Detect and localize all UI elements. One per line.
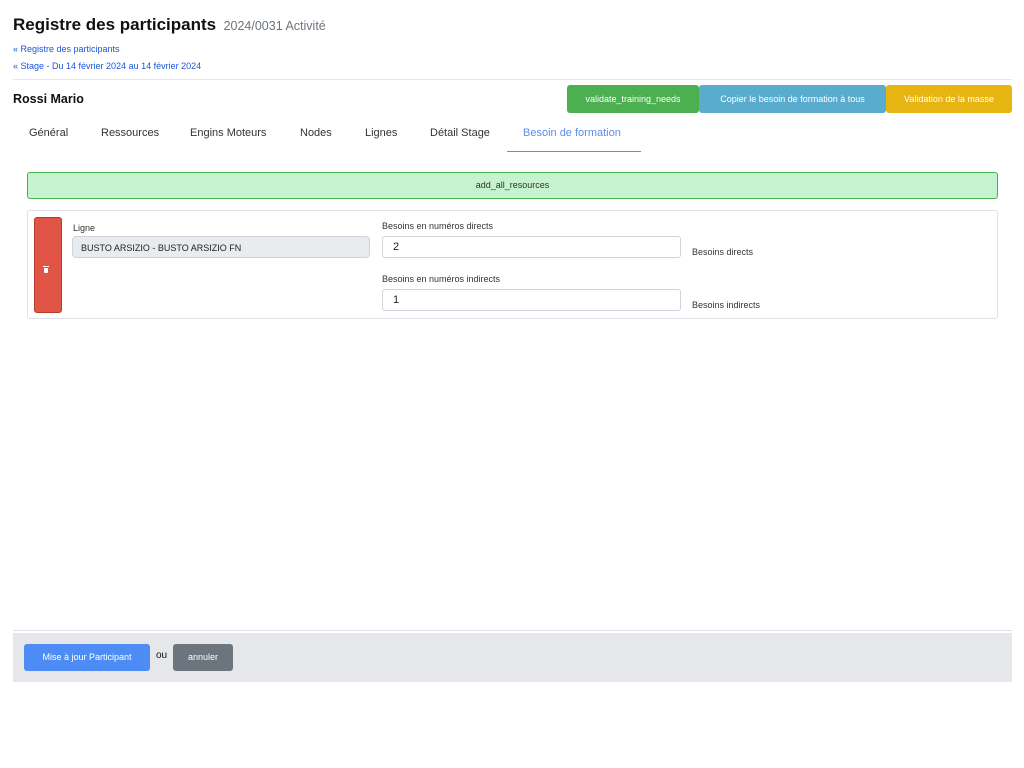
active-tab-indicator (507, 151, 641, 152)
cancel-button[interactable]: annuler (173, 644, 233, 671)
breadcrumb-stage[interactable]: « Stage - Du 14 février 2024 au 14 févri… (13, 61, 201, 71)
indirect-needs-input[interactable]: 1 (382, 289, 681, 311)
indirect-needs-label: Besoins en numéros indirects (382, 274, 501, 284)
breadcrumb-registre[interactable]: « Registre des participants (13, 44, 120, 54)
training-need-card: Ligne BUSTO ARSIZIO - BUSTO ARSIZIO FN B… (27, 210, 998, 319)
ligne-label: Ligne (73, 223, 96, 233)
add-all-resources-button[interactable]: add_all_resources (27, 172, 998, 199)
page-title-row: Registre des participants 2024/0031 Acti… (13, 15, 326, 35)
ligne-field[interactable]: BUSTO ARSIZIO - BUSTO ARSIZIO FN (72, 236, 370, 258)
participant-name: Rossi Mario (13, 92, 84, 106)
tab-lignes[interactable]: Lignes (365, 124, 397, 152)
tab-detail-stage[interactable]: Détail Stage (430, 124, 490, 152)
page-subtitle: 2024/0031 Activité (223, 19, 326, 33)
mass-validation-button[interactable]: Validation de la masse (886, 85, 1012, 113)
update-participant-button[interactable]: Mise à jour Participant (24, 644, 150, 671)
form-footer: Mise à jour Participant ou annuler (13, 633, 1012, 682)
validate-training-needs-button[interactable]: validate_training_needs (567, 85, 699, 113)
tab-engins-moteurs[interactable]: Engins Moteurs (190, 124, 266, 152)
page: Registre des participants 2024/0031 Acti… (0, 0, 1024, 768)
tab-bar: Général Ressources Engins Moteurs Nodes … (13, 124, 1012, 154)
delete-need-button[interactable] (34, 217, 62, 313)
indirect-needs-unit: Besoins indirects (692, 300, 761, 310)
copy-training-need-button[interactable]: Copier le besoin de formation à tous (699, 85, 886, 113)
tab-ressources[interactable]: Ressources (101, 124, 159, 152)
tab-besoin-de-formation[interactable]: Besoin de formation (523, 124, 621, 152)
page-title: Registre des participants (13, 15, 217, 34)
header-divider (13, 79, 1012, 80)
direct-needs-unit: Besoins directs (692, 247, 754, 257)
footer-divider (13, 630, 1012, 631)
trash-icon (43, 266, 49, 273)
or-text: ou (156, 650, 168, 661)
direct-needs-input[interactable]: 2 (382, 236, 681, 258)
direct-needs-label: Besoins en numéros directs (382, 221, 494, 231)
tab-general[interactable]: Général (29, 124, 68, 152)
tab-nodes[interactable]: Nodes (300, 124, 332, 152)
